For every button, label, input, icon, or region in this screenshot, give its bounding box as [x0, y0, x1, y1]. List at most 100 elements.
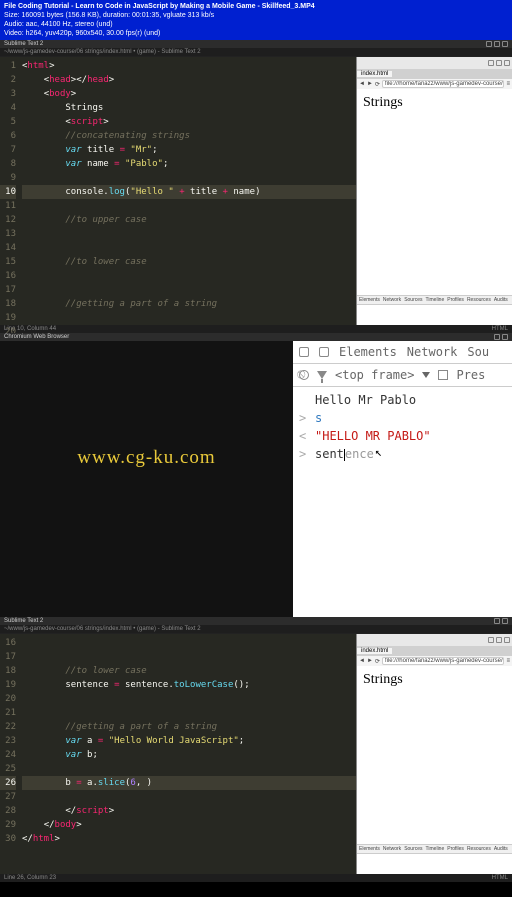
video-title: File Coding Tutorial - Learn to Code in …	[4, 2, 508, 11]
video-audio: Audio: aac, 44100 Hz, stereo (und)	[4, 20, 508, 29]
devtools-console[interactable]	[357, 854, 512, 874]
devtools-tab-elements[interactable]: Elements	[339, 345, 397, 359]
console-prompt-icon: >	[299, 409, 309, 427]
panel-editor-2: Sublime Text 2 ~/www/js-gamedev-course/0…	[0, 617, 512, 882]
devtools-tab[interactable]: Sources	[404, 297, 422, 303]
code-area[interactable]: //to lower case sentence = sentence.toLo…	[0, 634, 356, 846]
devtools-console-bar[interactable]: ⃠ <top frame> Pres	[293, 364, 512, 387]
window-minimize-icon[interactable]	[488, 637, 494, 643]
preserve-label: Pres	[456, 368, 485, 382]
browser-devtools[interactable]: ElementsNetworkSources TimelineProfilesRe…	[357, 844, 512, 874]
devtools-tab-sources[interactable]: Sou	[467, 345, 489, 359]
window-minimize-icon[interactable]	[488, 60, 494, 66]
frame-selector[interactable]: <top frame>	[335, 368, 414, 382]
console-prompt-icon: >	[299, 445, 309, 463]
devtools-tab[interactable]: Network	[383, 297, 401, 303]
browser-tabbar[interactable]: index.html	[357, 69, 512, 79]
video-video: Video: h264, yuv420p, 960x540, 30.00 fps…	[4, 29, 508, 38]
page-heading: Strings	[363, 95, 506, 111]
editor-titlebar: ~/www/js-gamedev-course/06 strings/index…	[0, 48, 512, 57]
indicator-icon[interactable]	[502, 618, 508, 624]
browser-tab[interactable]: index.html	[357, 648, 392, 654]
console-input[interactable]: sentence↖	[315, 445, 381, 463]
nav-back-icon[interactable]: ◄	[359, 81, 365, 87]
nav-forward-icon[interactable]: ►	[367, 658, 373, 664]
panel-editor-1: Sublime Text 2 ~/www/js-gamedev-course/0…	[0, 40, 512, 333]
devtools-tab[interactable]: Audits	[494, 297, 508, 303]
nav-back-icon[interactable]: ◄	[359, 658, 365, 664]
nav-reload-icon[interactable]: ⟳	[375, 81, 380, 88]
devtools-tab[interactable]: Elements	[359, 846, 380, 852]
browser-addressbar: ◄ ► ⟳ file:///home/fariazz/www/js-gamede…	[357, 656, 512, 666]
code-editor[interactable]: 1234567891011121314151617181920212223 <h…	[0, 57, 356, 325]
devtools-tabs[interactable]: ElementsNetworkSources TimelineProfilesRe…	[357, 845, 512, 854]
devtools-tab[interactable]: Resources	[467, 846, 491, 852]
devtools-console[interactable]	[357, 305, 512, 325]
browser-tab[interactable]: index.html	[357, 71, 392, 77]
url-input[interactable]: file:///home/fariazz/www/js-gamedev-cour…	[382, 80, 505, 88]
indicator-icon[interactable]	[494, 41, 500, 47]
browser-viewport: Strings	[357, 666, 512, 844]
browser-window-controls	[357, 634, 512, 646]
devtools-tabs-zoom[interactable]: Elements Network Sou	[293, 341, 512, 364]
watermark-text: www.cg-ku.com	[77, 447, 215, 469]
chevron-down-icon[interactable]	[422, 372, 430, 378]
inspect-icon[interactable]	[299, 347, 309, 357]
browser-devtools[interactable]: ElementsNetworkSources TimelineProfilesRe…	[357, 295, 512, 325]
code-editor[interactable]: 161718192021222324252627282930 //to lowe…	[0, 634, 356, 874]
line-gutter: 161718192021222324252627282930	[0, 634, 20, 846]
browser-tabbar[interactable]: index.html	[357, 646, 512, 656]
browser-viewport: Strings	[357, 89, 512, 295]
nav-reload-icon[interactable]: ⟳	[375, 658, 380, 665]
menu-icon[interactable]: ≡	[506, 81, 510, 87]
editor-title: ~/www/js-gamedev-course/06 strings/index…	[4, 626, 201, 632]
ubuntu-menubar: Chromium Web Browser	[0, 333, 512, 341]
syntax-mode: HTML	[492, 326, 508, 332]
devtools-tab[interactable]: Network	[383, 846, 401, 852]
ubuntu-menubar: Sublime Text 2	[0, 617, 512, 625]
ubuntu-menubar: Sublime Text 2	[0, 40, 512, 48]
panel-devtools-zoom: Chromium Web Browser www.cg-ku.com Eleme…	[0, 333, 512, 617]
devtools-tab[interactable]: Timeline	[426, 297, 445, 303]
devtools-zoom[interactable]: Elements Network Sou ⃠ <top frame> Pres …	[293, 341, 512, 617]
indicator-icon[interactable]	[502, 41, 508, 47]
devtools-tab[interactable]: Timeline	[426, 846, 445, 852]
devtools-tab[interactable]: Profiles	[447, 297, 464, 303]
menubar-app: Sublime Text 2	[4, 618, 43, 624]
devtools-tab-network[interactable]: Network	[407, 345, 458, 359]
devtools-tab[interactable]: Audits	[494, 846, 508, 852]
console-log: Hello Mr Pablo	[315, 391, 416, 409]
clear-console-icon[interactable]: ⃠	[299, 370, 309, 380]
indicator-icon[interactable]	[486, 41, 492, 47]
console-result: "HELLO MR PABLO"	[315, 427, 431, 445]
filter-icon[interactable]	[317, 371, 327, 379]
devtools-tab[interactable]: Elements	[359, 297, 380, 303]
menubar-app: Chromium Web Browser	[4, 334, 69, 340]
indicator-icon[interactable]	[494, 334, 500, 340]
devtools-tab[interactable]: Resources	[467, 297, 491, 303]
devtools-tab[interactable]: Profiles	[447, 846, 464, 852]
editor-title: ~/www/js-gamedev-course/06 strings/index…	[4, 49, 201, 55]
page-heading: Strings	[363, 672, 506, 688]
cursor-position: Line 26, Column 23	[4, 875, 56, 881]
nav-forward-icon[interactable]: ►	[367, 81, 373, 87]
window-close-icon[interactable]	[504, 637, 510, 643]
url-input[interactable]: file:///home/fariazz/www/js-gamedev-cour…	[382, 657, 505, 665]
device-icon[interactable]	[319, 347, 329, 357]
blank-pane: www.cg-ku.com	[0, 341, 293, 617]
menubar-app: Sublime Text 2	[4, 41, 43, 47]
browser-window: index.html ◄ ► ⟳ file:///home/fariazz/ww…	[356, 634, 512, 874]
browser-window: index.html ◄ ► ⟳ file:///home/fariazz/ww…	[356, 57, 512, 325]
devtools-tab[interactable]: Sources	[404, 846, 422, 852]
window-maximize-icon[interactable]	[496, 637, 502, 643]
devtools-console-output[interactable]: Hello Mr Pablo >s <"HELLO MR PABLO" > se…	[293, 387, 512, 467]
menu-icon[interactable]: ≡	[506, 658, 510, 664]
devtools-tabs[interactable]: ElementsNetworkSources TimelineProfilesRe…	[357, 296, 512, 305]
console-result-icon: <	[299, 427, 309, 445]
window-maximize-icon[interactable]	[496, 60, 502, 66]
mouse-cursor-icon: ↖	[375, 443, 382, 461]
indicator-icon[interactable]	[494, 618, 500, 624]
checkbox-preserve[interactable]	[438, 370, 448, 380]
indicator-icon[interactable]	[502, 334, 508, 340]
window-close-icon[interactable]	[504, 60, 510, 66]
